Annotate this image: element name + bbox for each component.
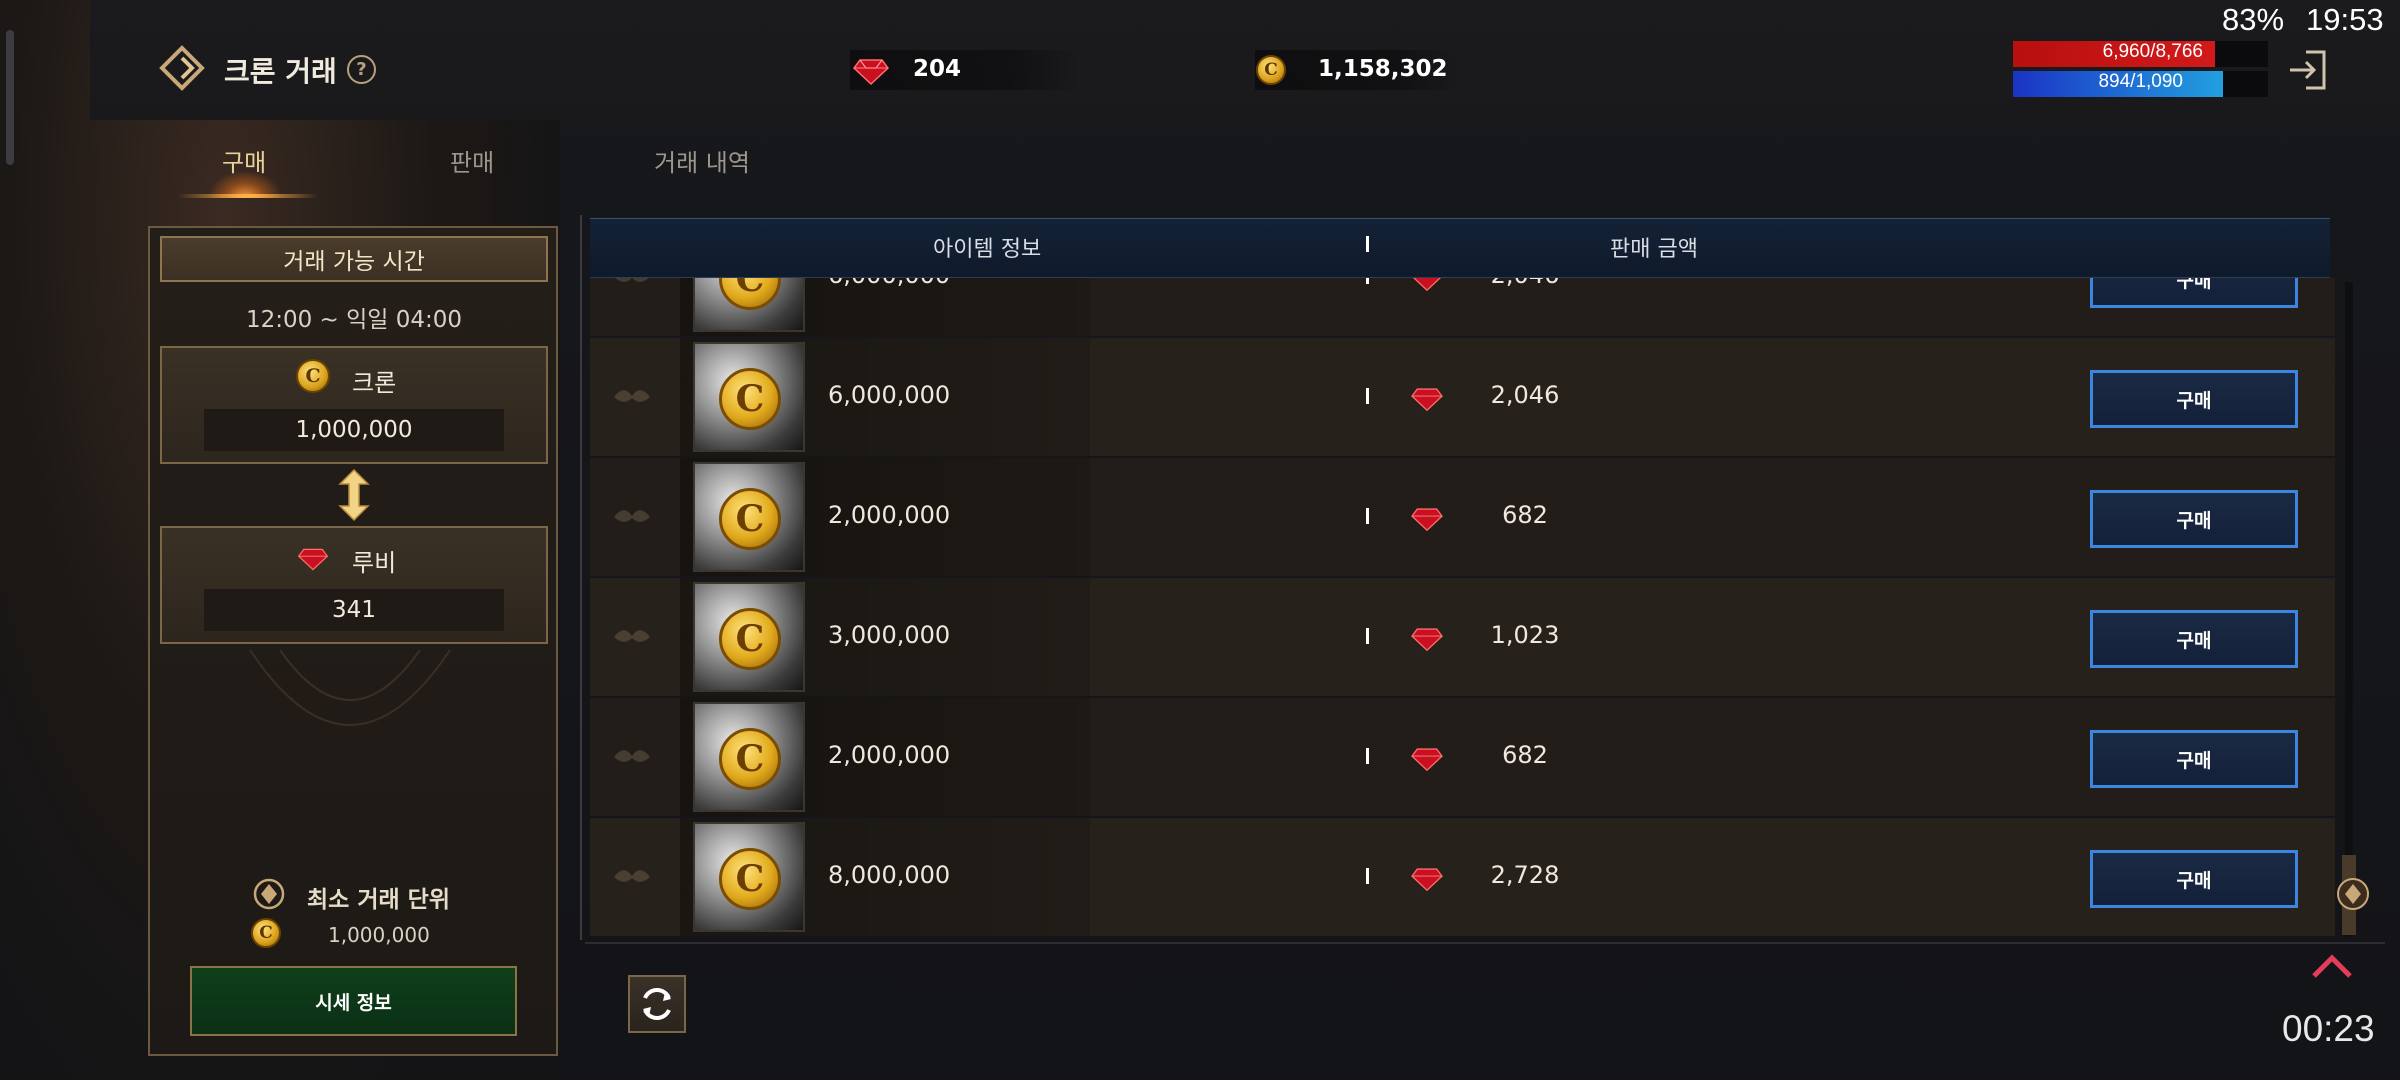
wing-emblem-icon	[614, 510, 650, 522]
sale-price: 682	[1502, 741, 1548, 769]
buy-button[interactable]: 구매	[2090, 730, 2298, 788]
listing-rows[interactable]: C 6,000,000 2,046 구매 C 6,000,000 2,046 구매 C 2,000…	[590, 278, 2335, 936]
item-thumbnail[interactable]: C	[693, 582, 805, 692]
ruby-icon	[1411, 748, 1443, 772]
tab-buy[interactable]: 구매	[222, 143, 266, 178]
item-amount: 6,000,000	[828, 381, 951, 409]
item-thumbnail[interactable]: C	[693, 278, 805, 332]
refresh-icon	[643, 988, 671, 1020]
sale-price: 682	[1502, 501, 1548, 529]
ruby-label: 루비	[352, 549, 397, 577]
item-thumbnail[interactable]: C	[693, 342, 805, 452]
column-divider	[1366, 628, 1369, 644]
table-row[interactable]: C 3,000,000 1,023 구매	[590, 578, 2335, 696]
item-amount: 8,000,000	[828, 861, 951, 889]
ruby-icon	[1411, 508, 1443, 532]
chevron-up-icon[interactable]	[2310, 950, 2354, 980]
buy-button[interactable]: 구매	[2090, 278, 2298, 308]
cron-coin-icon: C	[719, 278, 781, 310]
ruby-icon	[852, 59, 890, 86]
tab-sell[interactable]: 판매	[450, 143, 494, 178]
table-bottom-divider	[585, 942, 2385, 944]
menu-diamond-icon[interactable]	[158, 44, 206, 92]
cron-coin-icon: C	[719, 608, 781, 670]
item-thumbnail[interactable]: C	[693, 822, 805, 932]
column-header-item-info: 아이템 정보	[933, 237, 1042, 262]
scroll-knob-icon[interactable]	[2335, 876, 2371, 912]
ruby-icon	[297, 548, 329, 571]
cron-coin-icon: C	[719, 728, 781, 790]
help-icon[interactable]: ?	[347, 55, 376, 84]
hp-text: 6,960/8,766	[2102, 41, 2203, 62]
battery-status: 83%	[2222, 2, 2285, 37]
clock: 19:53	[2306, 2, 2384, 37]
cron-coin-icon: C	[251, 918, 281, 948]
item-amount: 6,000,000	[828, 278, 950, 289]
min-unit-value: 1,000,000	[328, 923, 430, 947]
wing-emblem-icon	[614, 630, 650, 642]
column-divider	[1366, 278, 1369, 284]
ruby-icon	[1411, 388, 1443, 412]
column-divider	[1366, 868, 1369, 884]
column-header-sale-price: 판매 금액	[1610, 237, 1698, 262]
wing-emblem-icon	[614, 870, 650, 882]
item-amount: 3,000,000	[828, 621, 951, 649]
ruby-amount: 204	[913, 56, 962, 82]
buy-button[interactable]: 구매	[2090, 850, 2298, 908]
page-title: 크론 거래	[224, 55, 337, 88]
buy-button[interactable]: 구매	[2090, 370, 2298, 428]
item-thumbnail[interactable]: C	[693, 702, 805, 812]
min-unit-emblem-icon	[253, 878, 285, 910]
item-thumbnail[interactable]: C	[693, 462, 805, 572]
cron-coin-icon: C	[719, 488, 781, 550]
table-row[interactable]: C 8,000,000 2,728 구매	[590, 818, 2335, 936]
sale-price: 2,046	[1460, 278, 1590, 289]
ruby-icon	[1411, 868, 1443, 892]
table-row[interactable]: C 2,000,000 682 구매	[590, 698, 2335, 816]
cron-coin-icon: C	[296, 359, 330, 393]
ruby-icon	[1413, 278, 1441, 292]
cron-label: 크론	[352, 369, 397, 397]
trade-hours-value: 12:00 ~ 익일 04:00	[245, 307, 463, 333]
mp-text: 894/1,090	[2098, 71, 2183, 92]
table-row[interactable]: C 2,000,000 682 구매	[590, 458, 2335, 576]
refresh-button[interactable]	[628, 975, 686, 1033]
market-info-button[interactable]: 시세 정보	[190, 966, 517, 1036]
cron-coin-icon: C	[1256, 55, 1286, 85]
cron-coin-icon: C	[719, 848, 781, 910]
sale-price: 2,728	[1490, 861, 1560, 889]
table-header	[590, 218, 2330, 278]
column-divider	[1366, 508, 1369, 524]
table-row[interactable]: C 6,000,000 2,046 구매	[590, 338, 2335, 456]
scrollbar-track[interactable]	[2345, 282, 2353, 937]
wing-emblem-icon	[615, 278, 649, 282]
table-row[interactable]: C 6,000,000 2,046 구매	[590, 278, 2335, 336]
tab-trade-history[interactable]: 거래 내역	[654, 143, 750, 178]
session-timer: 00:23	[2282, 1008, 2375, 1049]
column-divider	[1366, 748, 1369, 764]
cron-coin-icon: C	[719, 368, 781, 430]
wing-emblem-icon	[614, 390, 650, 402]
sale-price: 1,023	[1490, 621, 1560, 649]
wing-emblem-icon	[614, 750, 650, 762]
cron-amount: 1,158,302	[1318, 56, 1448, 82]
buy-button[interactable]: 구매	[2090, 490, 2298, 548]
active-tab-indicator	[178, 194, 318, 198]
side-handle[interactable]	[6, 30, 14, 165]
min-unit-label: 최소 거래 단위	[307, 887, 450, 913]
buy-button[interactable]: 구매	[2090, 610, 2298, 668]
panel-ornament	[249, 649, 451, 726]
sale-price: 2,046	[1490, 381, 1560, 409]
ruby-value: 341	[204, 589, 504, 631]
item-amount: 2,000,000	[828, 741, 951, 769]
cron-value: 1,000,000	[204, 409, 504, 451]
column-divider	[1366, 236, 1369, 252]
exit-icon[interactable]	[2284, 46, 2332, 94]
trade-hours-header: 거래 가능 시간	[160, 236, 548, 282]
swap-arrow-icon	[338, 468, 370, 522]
ruby-icon	[1411, 628, 1443, 652]
column-divider	[1366, 388, 1369, 404]
item-amount: 2,000,000	[828, 501, 951, 529]
